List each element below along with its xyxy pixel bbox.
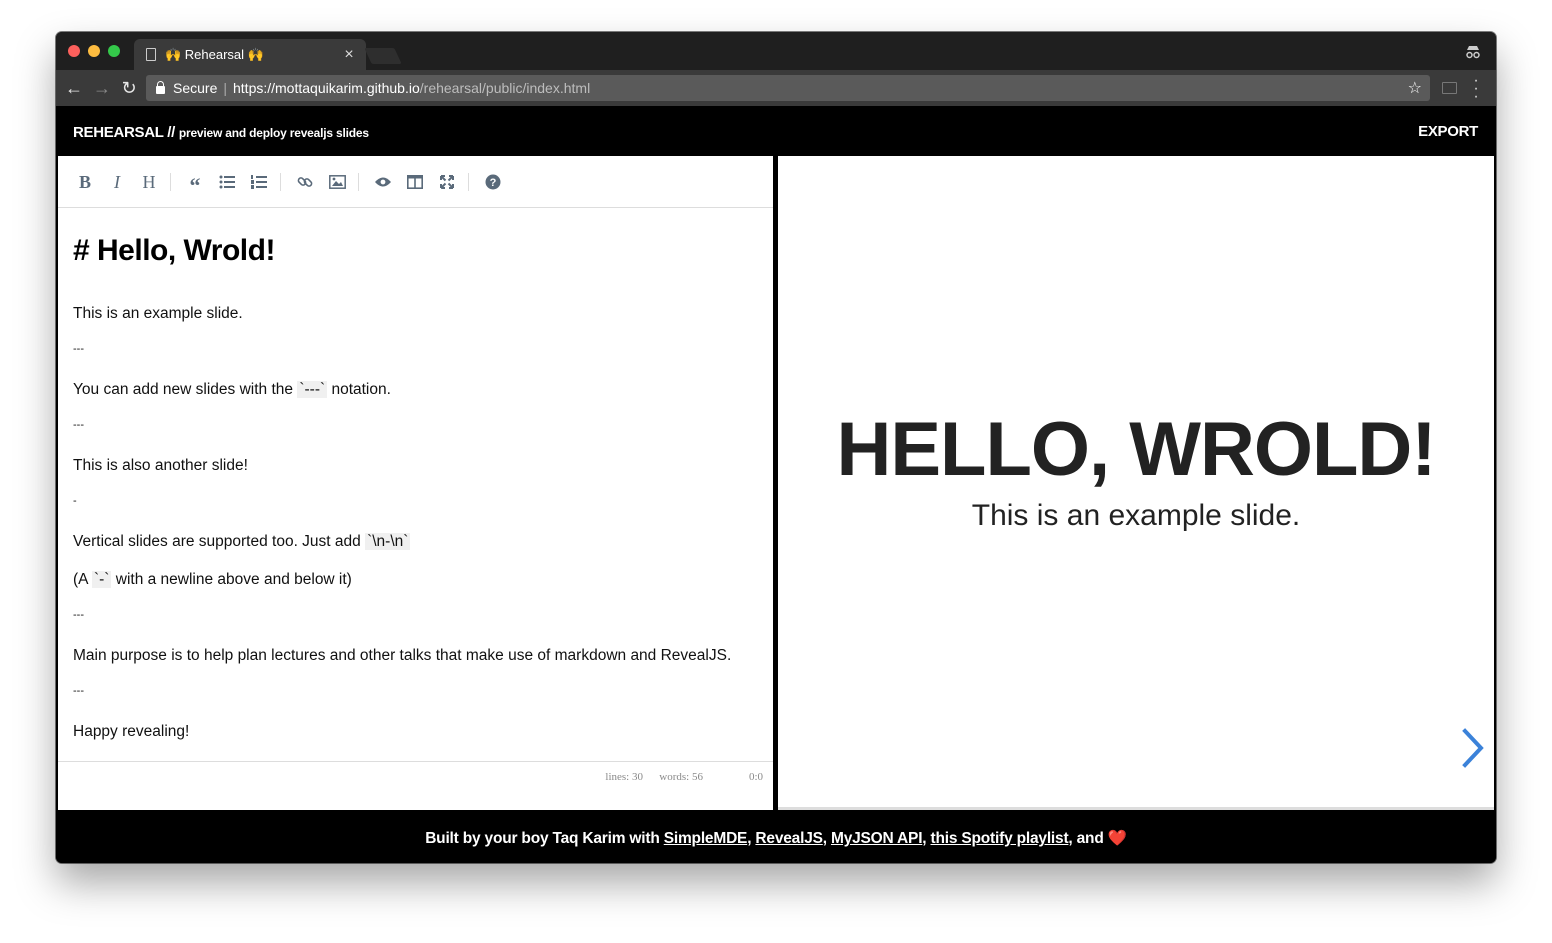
slide-preview: HELLO, WROLD! This is an example slide. xyxy=(778,156,1494,810)
lock-icon xyxy=(156,81,165,94)
editor-line: This is also another slide! xyxy=(73,457,248,474)
maximize-window-button[interactable] xyxy=(108,45,120,57)
slide-progress-bar xyxy=(778,807,1494,810)
editor-text: You can add new slides with the xyxy=(73,381,298,398)
app-header: REHEARSAL // preview and deploy revealjs… xyxy=(56,106,1496,155)
editor-line: Vertical slides are supported too. Just … xyxy=(73,533,411,551)
toolbar-divider xyxy=(280,173,281,191)
toolbar-divider xyxy=(358,173,359,191)
myjson-api-link[interactable]: MyJSON API xyxy=(831,830,923,847)
address-bar[interactable]: Secure | https://mottaquikarim.github.io… xyxy=(146,75,1430,101)
footer-separator: , xyxy=(822,830,831,847)
footer-credit: Built by your boy Taq Karim with xyxy=(425,830,664,847)
side-by-side-icon[interactable] xyxy=(404,171,426,193)
markdown-editor: B I H “ ? # Hello, Wrold! This is an exa… xyxy=(58,156,773,810)
brand-tagline: preview and deploy revealjs slides xyxy=(178,126,369,140)
word-count: words: 56 xyxy=(659,771,703,783)
heart-icon: ❤️ xyxy=(1107,830,1127,847)
browser-window: 🙌 Rehearsal 🙌 × ← → ↻ Secure | https://m… xyxy=(56,32,1496,863)
cast-icon[interactable] xyxy=(1442,82,1457,94)
editor-statusbar: lines: 30 words: 56 0:0 xyxy=(58,761,773,791)
slide-title: HELLO, WROLD! xyxy=(836,407,1436,492)
svg-text:?: ? xyxy=(490,177,497,189)
tab-title: 🙌 Rehearsal 🙌 xyxy=(165,46,264,62)
editor-line: --- xyxy=(73,343,84,355)
editor-line: Main purpose is to help plan lectures an… xyxy=(73,647,732,664)
editor-line: Happy revealing! xyxy=(73,723,190,740)
minimize-window-button[interactable] xyxy=(88,45,100,57)
back-arrow-icon[interactable]: ← xyxy=(64,78,84,98)
browser-toolbar: ← → ↻ Secure | https://mottaquikarim.git… xyxy=(56,70,1496,106)
incognito-icon xyxy=(1466,46,1480,59)
link-icon[interactable] xyxy=(294,171,316,193)
footer-and: , and xyxy=(1068,830,1108,847)
next-slide-arrow-icon[interactable] xyxy=(1461,728,1485,768)
toolbar-divider xyxy=(170,173,171,191)
editor-line: You can add new slides with the `---` no… xyxy=(73,381,391,399)
reload-icon[interactable]: ↻ xyxy=(119,78,139,98)
slide-text: This is an example slide. xyxy=(971,499,1301,532)
inline-code: `---` xyxy=(297,381,328,398)
line-count: lines: 30 xyxy=(605,771,643,783)
quote-icon[interactable]: “ xyxy=(184,171,206,198)
app-brand: REHEARSAL // preview and deploy revealjs… xyxy=(73,124,369,141)
editor-text: notation. xyxy=(327,381,391,398)
address-separator: | xyxy=(223,80,227,96)
fullscreen-icon[interactable] xyxy=(436,171,458,193)
markdown-heading: # Hello, Wrold! xyxy=(73,234,275,267)
secure-label: Secure xyxy=(173,80,218,96)
url-path: /rehearsal/public/index.html xyxy=(419,80,591,96)
unordered-list-icon[interactable] xyxy=(216,171,238,193)
brand-title: REHEARSAL // xyxy=(73,124,175,141)
close-window-button[interactable] xyxy=(68,45,80,57)
url-host: https://mottaquikarim.github.io xyxy=(233,80,420,96)
editor-line: --- xyxy=(73,609,84,621)
revealjs-link[interactable]: RevealJS xyxy=(755,830,823,847)
editor-line: --- xyxy=(73,685,84,697)
inline-code: `-` xyxy=(91,571,112,588)
italic-icon[interactable]: I xyxy=(106,171,128,193)
inline-code: `\n-\n` xyxy=(365,533,411,550)
forward-arrow-icon[interactable]: → xyxy=(92,78,112,98)
simplemde-link[interactable]: SimpleMDE xyxy=(664,830,748,847)
preview-icon[interactable] xyxy=(372,171,394,193)
heading-icon[interactable]: H xyxy=(138,171,160,193)
spotify-playlist-link[interactable]: this Spotify playlist xyxy=(931,830,1069,847)
image-icon[interactable] xyxy=(326,171,348,193)
toolbar-divider xyxy=(468,173,469,191)
browser-menu-icon[interactable]: · · · xyxy=(1471,73,1481,105)
editor-toolbar: B I H “ ? xyxy=(58,156,773,208)
export-button[interactable]: EXPORT xyxy=(1418,123,1478,140)
editor-line: --- xyxy=(73,419,84,431)
editor-line: This is an example slide. xyxy=(73,305,243,322)
new-tab-button[interactable] xyxy=(364,48,402,64)
tab-close-icon[interactable]: × xyxy=(342,46,356,64)
tab-strip: 🙌 Rehearsal 🙌 × xyxy=(56,32,1496,70)
document-icon xyxy=(146,48,156,61)
editor-text: (A xyxy=(73,571,92,588)
editor-line: - xyxy=(73,495,77,507)
app-footer: Built by your boy Taq Karim with SimpleM… xyxy=(56,812,1496,863)
ordered-list-icon[interactable] xyxy=(248,171,270,193)
editor-text: with a newline above and below it) xyxy=(111,571,352,588)
tab-rehearsal[interactable]: 🙌 Rehearsal 🙌 × xyxy=(134,39,366,70)
editor-text: Vertical slides are supported too. Just … xyxy=(73,533,366,550)
cursor-position: 0:0 xyxy=(748,771,763,783)
footer-separator: , xyxy=(922,830,931,847)
bold-icon[interactable]: B xyxy=(74,171,96,193)
help-icon[interactable]: ? xyxy=(482,171,504,193)
editor-line: (A `-` with a newline above and below it… xyxy=(73,571,352,589)
bookmark-star-icon[interactable]: ☆ xyxy=(1408,78,1422,98)
